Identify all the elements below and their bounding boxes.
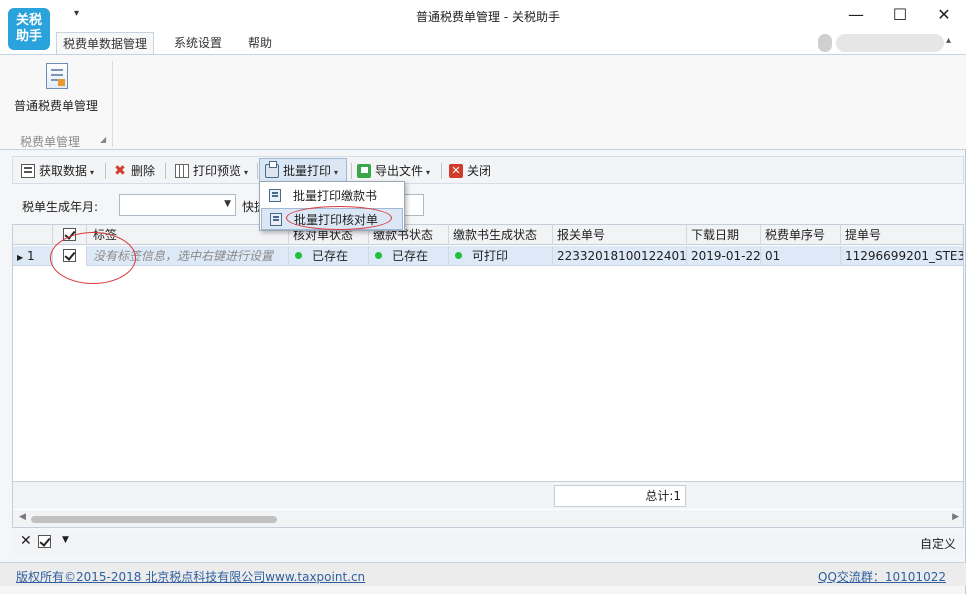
status-dot-icon (295, 252, 302, 259)
total-count: 总计:1 (554, 485, 686, 507)
delete-label: 删除 (131, 164, 156, 178)
toolbar-divider (441, 163, 442, 179)
clear-filter-icon[interactable]: ✕ (20, 533, 32, 549)
month-filter-label: 税单生成年月: (22, 200, 99, 214)
col-header-bill-no[interactable]: 提单号 (841, 225, 963, 245)
print-preview-button[interactable]: 打印预览 ▾ (175, 161, 248, 181)
export-file-label: 导出文件 (375, 164, 424, 178)
maximize-button[interactable]: ☐ (880, 4, 920, 26)
col-header-declaration-no[interactable]: 报关单号 (553, 225, 687, 245)
tab-tax-data-management[interactable]: 税费单数据管理 (56, 32, 155, 54)
copyright-link[interactable]: 版权所有©2015-2018 北京税点科技有限公司www.taxpoint.cn (16, 568, 365, 585)
filter-enable-checkbox[interactable] (38, 535, 51, 548)
get-data-button[interactable]: 获取数据 ▾ (21, 161, 94, 181)
row-pointer-icon: ▶ (17, 253, 24, 262)
col-header-download-date[interactable]: 下载日期 (687, 225, 761, 245)
cell-declaration-no[interactable]: 223320181001224015 (553, 246, 687, 266)
status-footer: 版权所有©2015-2018 北京税点科技有限公司www.taxpoint.cn… (0, 562, 966, 586)
logo-text-bottom: 助手 (15, 29, 42, 44)
cell-payment-gen-status-text: 可打印 (472, 249, 509, 263)
tax-bill-management-icon[interactable] (46, 63, 68, 89)
close-window-button[interactable]: ✕ (924, 4, 964, 26)
status-dot-icon (375, 252, 382, 259)
chevron-down-icon: ▾ (426, 168, 431, 177)
toolbar-divider (351, 163, 352, 179)
ribbon-tab-bar: 税费单数据管理 系统设置 帮助 ▴ (0, 32, 966, 54)
status-dot-icon (455, 252, 462, 259)
ribbon-body: 普通税费单管理 税费单管理 ◢ (0, 54, 966, 150)
annotation-ellipse-checkbox (50, 232, 136, 284)
toolbar-divider (257, 163, 258, 179)
chevron-down-icon: ▾ (334, 168, 339, 177)
delete-icon: ✖ (114, 162, 126, 179)
ribbon-group-divider (112, 61, 113, 147)
menu-item-print-payment[interactable]: 批量打印缴款书 (261, 185, 403, 207)
tax-bill-management-button[interactable]: 普通税费单管理 (14, 97, 98, 114)
export-icon (357, 163, 371, 178)
document-icon (269, 189, 281, 202)
tax-bill-grid: 标签 核对单状态 缴款书状态 缴款书生成状态 报关单号 下载日期 税费单序号 提… (12, 224, 964, 528)
cell-tax-seq[interactable]: 01 (761, 246, 841, 266)
title-bar: 关税 助手 ▾ 普通税费单管理 - 关税助手 — ☐ ✕ (0, 0, 966, 50)
cell-download-date[interactable]: 2019-01-22 (687, 246, 761, 266)
get-data-label: 获取数据 (39, 164, 88, 178)
print-preview-label: 打印预览 (193, 164, 242, 178)
chevron-down-icon: ▾ (244, 168, 249, 177)
app-logo: 关税 助手 (8, 8, 50, 50)
menu-item-print-payment-label: 批量打印缴款书 (293, 189, 378, 203)
logo-text-top: 关税 (15, 13, 42, 28)
qq-group-link[interactable]: QQ交流群：10101022 (818, 568, 946, 585)
group-launcher-icon[interactable]: ◢ (100, 135, 106, 144)
export-file-button[interactable]: 导出文件 ▾ (357, 161, 430, 181)
grid-filter-bar: ✕ ▼ 自定义 (12, 530, 964, 554)
cell-payment-status-text: 已存在 (392, 249, 429, 263)
batch-print-button[interactable]: 批量打印 ▾ (265, 160, 339, 181)
table-row[interactable]: ▶ 1 没有标签信息，选中右键进行设置 已存在 已存在 可打印 22332018… (13, 246, 963, 266)
ribbon-group-label: 税费单管理 (20, 135, 81, 149)
row-number: 1 (26, 249, 35, 263)
blurred-user-info (836, 34, 944, 52)
background-sliver (967, 0, 976, 594)
chevron-down-icon[interactable]: ▼ (62, 535, 69, 545)
row-indicator-header (13, 225, 53, 245)
close-icon: ✕ (449, 163, 463, 178)
col-header-payment-gen-status[interactable]: 缴款书生成状态 (449, 225, 553, 245)
chevron-down-icon: ▾ (90, 168, 95, 177)
print-preview-icon (175, 163, 189, 178)
scrollbar-thumb[interactable] (31, 516, 277, 523)
window-title: 普通税费单管理 - 关税助手 (416, 10, 560, 24)
annotation-ellipse-menu (286, 206, 392, 230)
app-window: 关税 助手 ▾ 普通税费单管理 - 关税助手 — ☐ ✕ 税费单数据管理 系统设… (0, 0, 966, 594)
batch-print-label: 批量打印 (283, 164, 332, 178)
user-avatar-icon[interactable] (818, 34, 832, 52)
toolbar-divider (165, 163, 166, 179)
cell-check-status[interactable]: 已存在 (289, 246, 369, 266)
scroll-left-icon[interactable]: ◀ (19, 512, 26, 522)
chevron-down-icon: ▼ (224, 199, 231, 209)
horizontal-scrollbar[interactable]: ◀ ▶ (13, 510, 963, 527)
document-icon (270, 213, 282, 226)
month-select[interactable]: ▼ (119, 194, 236, 216)
col-header-tax-seq[interactable]: 税费单序号 (761, 225, 841, 245)
delete-button[interactable]: ✖ 删除 (113, 161, 155, 181)
row-indicator: ▶ 1 (13, 246, 53, 266)
close-button[interactable]: ✕ 关闭 (449, 161, 491, 181)
tab-system-settings[interactable]: 系统设置 (168, 32, 228, 54)
toolbar: 获取数据 ▾ ✖ 删除 打印预览 ▾ 批量打印 ▾ 导出文件 ▾ ✕ 关闭 (12, 156, 964, 184)
customize-button[interactable]: 自定义 (920, 535, 956, 552)
grid-header: 标签 核对单状态 缴款书状态 缴款书生成状态 报关单号 下载日期 税费单序号 提… (13, 225, 963, 245)
ribbon-collapse-icon[interactable]: ▴ (946, 35, 951, 46)
get-data-icon (21, 163, 35, 178)
close-label: 关闭 (467, 164, 492, 178)
toolbar-divider (105, 163, 106, 179)
cell-check-status-text: 已存在 (312, 249, 349, 263)
grid-summary-footer: 总计:1 (13, 481, 963, 509)
cell-payment-gen-status[interactable]: 可打印 (449, 246, 553, 266)
tab-help[interactable]: 帮助 (242, 32, 278, 54)
cell-bill-no[interactable]: 11296699201_STE36 (841, 246, 963, 266)
printer-icon (265, 160, 279, 178)
minimize-button[interactable]: — (836, 4, 876, 26)
scroll-right-icon[interactable]: ▶ (952, 512, 959, 522)
cell-payment-status[interactable]: 已存在 (369, 246, 449, 266)
